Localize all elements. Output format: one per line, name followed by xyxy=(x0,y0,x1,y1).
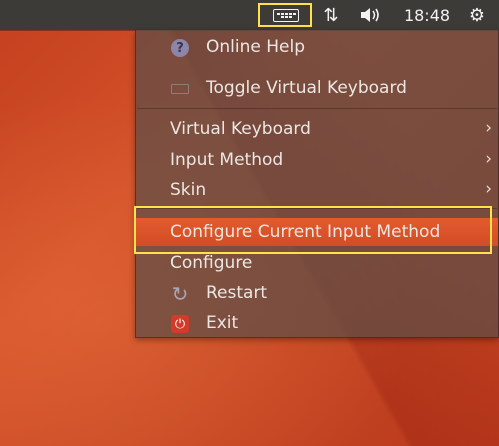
indicator-highlight-box xyxy=(258,3,312,27)
menu-separator xyxy=(137,108,497,109)
exit-icon: ⏻ xyxy=(171,315,189,333)
menu-item-label: Configure Current Input Method xyxy=(170,222,441,242)
menu-item-label: Input Method xyxy=(170,150,284,170)
menu-item-online-help[interactable]: ? Online Help xyxy=(136,33,498,61)
menu-item-label: Virtual Keyboard xyxy=(170,119,311,139)
menu-item-label: Restart xyxy=(206,283,268,303)
menu-item-restart[interactable]: ↻ Restart xyxy=(136,279,498,307)
menu-item-configure-current-input-method[interactable]: Configure Current Input Method xyxy=(136,218,498,246)
menu-item-input-method[interactable]: Input Method › xyxy=(136,146,498,174)
menu-item-label: Online Help xyxy=(206,37,305,57)
menu-item-label: Toggle Virtual Keyboard xyxy=(206,78,407,98)
menu-item-label: Exit xyxy=(206,313,239,333)
chevron-right-icon: › xyxy=(485,149,492,169)
top-panel: ⇅ 18:48 ⚙ xyxy=(0,0,499,30)
menu-item-label: Configure xyxy=(170,253,253,273)
input-method-menu: ? Online Help Toggle Virtual Keyboard Vi… xyxy=(135,30,499,338)
volume-icon[interactable] xyxy=(356,0,386,30)
menu-separator xyxy=(137,208,497,209)
chevron-right-icon: › xyxy=(485,179,492,199)
help-icon: ? xyxy=(171,39,189,57)
menu-item-configure[interactable]: Configure xyxy=(136,249,498,277)
menu-item-virtual-keyboard[interactable]: Virtual Keyboard › xyxy=(136,115,498,143)
menu-item-label: Skin xyxy=(170,180,207,200)
menu-item-exit[interactable]: ⏻ Exit xyxy=(136,309,498,337)
gear-icon[interactable]: ⚙ xyxy=(462,0,492,30)
keyboard-indicator[interactable] xyxy=(258,0,314,30)
virtual-keyboard-icon xyxy=(171,84,189,94)
menu-item-toggle-virtual-keyboard[interactable]: Toggle Virtual Keyboard xyxy=(136,74,498,102)
menu-item-skin[interactable]: Skin › xyxy=(136,176,498,204)
restart-icon: ↻ xyxy=(171,282,189,306)
network-updown-icon[interactable]: ⇅ xyxy=(318,0,344,30)
clock[interactable]: 18:48 xyxy=(396,0,458,30)
chevron-right-icon: › xyxy=(485,118,492,138)
